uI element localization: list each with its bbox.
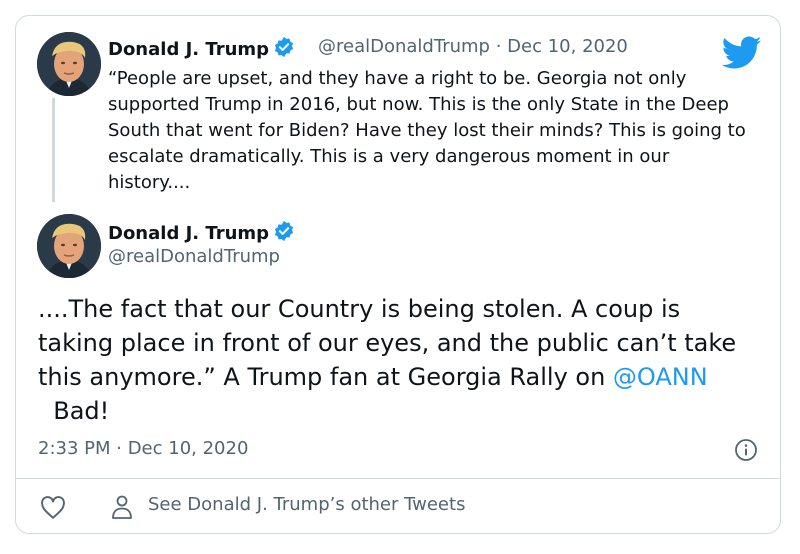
heart-icon[interactable] [40, 496, 66, 520]
avatar-portrait-icon [37, 32, 101, 96]
avatar[interactable] [37, 32, 101, 96]
info-icon[interactable] [734, 438, 758, 462]
verified-badge-icon [274, 36, 294, 58]
twitter-bird-icon[interactable] [722, 36, 762, 70]
quoted-tweet-text: “People are upset, and they have a right… [108, 68, 746, 193]
meta-separator: · [495, 36, 502, 57]
avatar[interactable] [37, 214, 101, 278]
quoted-handle[interactable]: @realDonaldTrump [318, 36, 490, 57]
thread-connector-line [52, 98, 55, 202]
main-author-name[interactable]: Donald J. Trump [108, 220, 295, 244]
mention-link[interactable]: @OANN [613, 363, 708, 391]
main-handle[interactable]: @realDonaldTrump [108, 246, 280, 267]
see-other-tweets-link[interactable]: See Donald J. Trump’s other Tweets [148, 494, 465, 515]
quoted-meta: @realDonaldTrump · Dec 10, 2020 [318, 36, 628, 57]
main-tweet-text: ....The fact that our Country is being s… [38, 292, 758, 428]
footer-divider [15, 478, 781, 479]
avatar-portrait-icon [37, 214, 101, 278]
quoted-date[interactable]: Dec 10, 2020 [507, 36, 628, 57]
quoted-author-name-text: Donald J. Trump [108, 39, 270, 60]
verified-badge-icon [274, 220, 294, 242]
main-author-name-text: Donald J. Trump [108, 223, 270, 244]
quoted-author-name[interactable]: Donald J. Trump [108, 36, 295, 60]
main-text-tail: Bad! [38, 397, 110, 425]
person-icon [112, 495, 132, 519]
tweet-timestamp[interactable]: 2:33 PM · Dec 10, 2020 [38, 438, 248, 459]
